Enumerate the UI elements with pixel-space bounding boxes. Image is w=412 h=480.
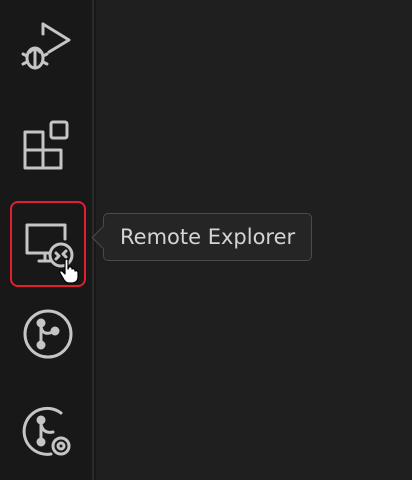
app-window: Remote Explorer [0, 0, 412, 480]
activity-item-git-graph[interactable] [10, 388, 86, 474]
remote-explorer-icon [25, 223, 74, 268]
extensions-icon [23, 120, 69, 170]
remote-explorer-tooltip: Remote Explorer [91, 213, 313, 261]
activity-item-extensions[interactable] [10, 102, 86, 188]
activity-item-remote-explorer[interactable] [10, 201, 86, 287]
activity-item-source-control[interactable] [10, 291, 86, 377]
git-graph-icon [22, 406, 71, 456]
activity-item-run-debug[interactable] [10, 4, 86, 90]
activity-bar [0, 0, 94, 480]
source-control-icon [23, 309, 73, 359]
run-debug-icon [21, 22, 71, 70]
tooltip-label: Remote Explorer [120, 225, 296, 249]
